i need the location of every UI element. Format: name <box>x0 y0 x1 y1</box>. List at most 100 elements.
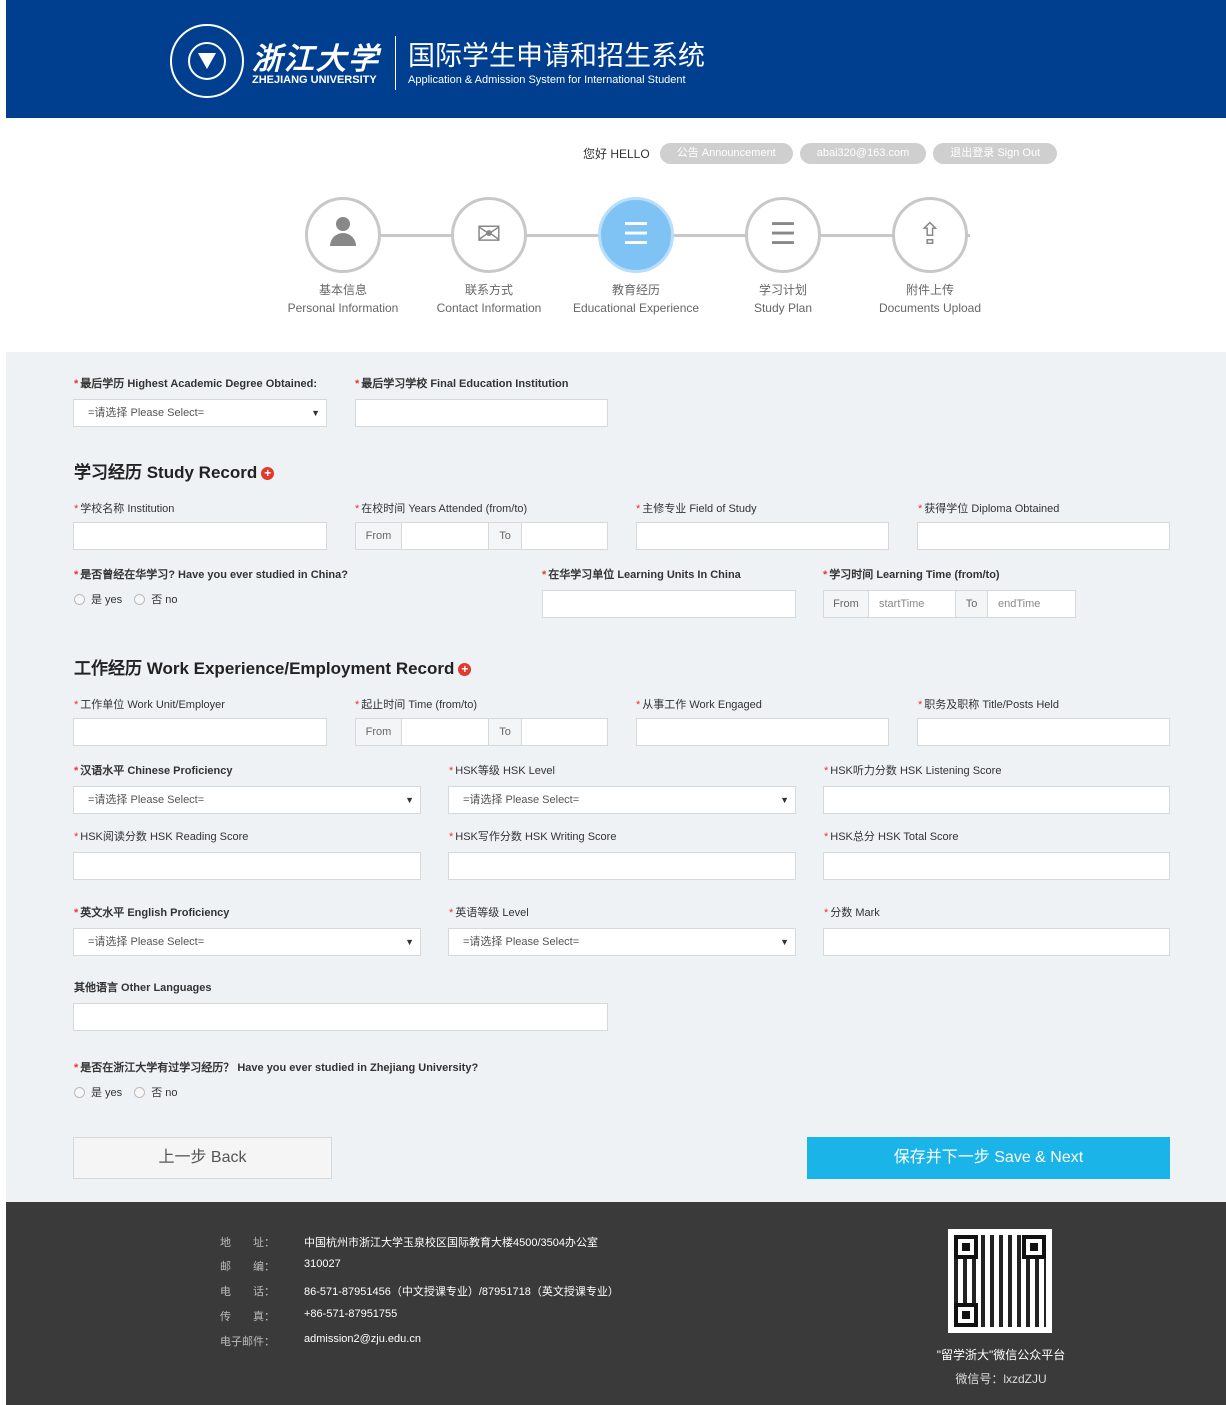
footer-phone: 电 话： 86-571-87951456（中文授课专业）/87951718（英文授… <box>220 1286 619 1298</box>
qr-caption: "留学浙大"微信公众平台 <box>936 1348 1066 1362</box>
step-educational-experience[interactable]: ☰ 教育经历 Educational Experience <box>561 197 711 315</box>
studied-zju-label: * 是否在浙江大学有过学习经历？ Have you ever studied in… <box>74 1062 479 1074</box>
studied-zju-radios: 是 yes 否 no <box>74 1084 189 1100</box>
field-of-study-input[interactable] <box>636 522 889 550</box>
upload-icon: ⇪ <box>892 197 968 273</box>
institution-label: * 学校名称 Institution <box>74 503 175 515</box>
studied-zju-no[interactable]: 否 no <box>134 1084 177 1100</box>
chevron-down-icon: ▼ <box>405 937 414 947</box>
studied-zju-yes[interactable]: 是 yes <box>74 1084 122 1100</box>
radio-icon <box>134 1086 146 1098</box>
step-contact-information[interactable]: ✉ 联系方式 Contact Information <box>414 197 564 315</box>
hsk-total-input[interactable] <box>823 852 1170 880</box>
step-label-en: Educational Experience <box>572 301 700 315</box>
final-institution-input[interactable] <box>355 399 608 427</box>
work-experience-title: 工作经历 Work Experience/Employment Record + <box>74 654 472 679</box>
step-personal-information[interactable]: 基本信息 Personal Information <box>268 197 418 315</box>
system-subtitle: Application & Admission System for Inter… <box>408 74 686 86</box>
other-languages-label: 其他语言 Other Languages <box>74 982 212 994</box>
studied-china-radios: 是 yes 否 no <box>74 591 189 607</box>
work-engaged-input[interactable] <box>636 718 889 746</box>
university-name-en: ZHEJIANG UNIVERSITY <box>252 74 377 86</box>
studied-china-yes[interactable]: 是 yes <box>74 591 122 607</box>
university-name-cn: 浙江大学 <box>252 42 380 77</box>
radio-icon <box>74 1086 85 1098</box>
work-engaged-label: * 从事工作 Work Engaged <box>636 699 762 711</box>
header-divider <box>395 36 396 90</box>
envelope-icon: ✉ <box>451 197 527 273</box>
radio-icon <box>134 593 146 605</box>
announcement-button[interactable]: 公告 Announcement <box>659 142 793 164</box>
studied-china-label: * 是否曾经在华学习? Have you ever studied in Chin… <box>74 569 348 581</box>
institution-input[interactable] <box>73 522 327 550</box>
other-languages-input[interactable] <box>73 1003 608 1031</box>
learning-units-label: * 在华学习单位 Learning Units In China <box>542 569 741 581</box>
highest-degree-select[interactable]: =请选择 Please Select= ▼ <box>73 399 327 427</box>
mark-input[interactable] <box>823 928 1170 956</box>
system-title: 国际学生申请和招生系统 <box>408 41 705 71</box>
hsk-listening-label: * HSK听力分数 HSK Listening Score <box>824 765 1002 777</box>
years-from-input[interactable] <box>402 523 489 549</box>
footer-address: 地 址： 中国杭州市浙江大学玉泉校区国际教育大楼4500/3504办公室 <box>220 1237 598 1249</box>
step-label-cn: 联系方式 <box>464 283 513 297</box>
chevron-down-icon: ▼ <box>405 795 414 805</box>
university-seal-logo <box>170 24 244 98</box>
hsk-writing-label: * HSK写作分数 HSK Writing Score <box>449 831 617 843</box>
posts-held-label: * 职务及职称 Title/Posts Held <box>918 699 1059 711</box>
learning-time-range[interactable]: From startTime To endTime <box>823 590 1076 618</box>
end-time-input[interactable]: endTime <box>988 591 1075 617</box>
start-time-input[interactable]: startTime <box>869 591 956 617</box>
years-attended-label: * 在校时间 Years Attended (from/to) <box>355 503 528 515</box>
footer-email: 电子邮件： admission2@zju.edu.cn <box>220 1333 421 1348</box>
site-footer: 地 址： 中国杭州市浙江大学玉泉校区国际教育大楼4500/3504办公室 邮 编：… <box>6 1202 1226 1405</box>
step-label-cn: 附件上传 <box>905 283 954 297</box>
site-header: 浙江大学 ZHEJIANG UNIVERSITY 国际学生申请和招生系统 App… <box>6 0 1226 118</box>
employer-label: * 工作单位 Work Unit/Employer <box>74 699 225 711</box>
employer-input[interactable] <box>73 718 327 746</box>
study-record-title: 学习经历 Study Record + <box>74 458 275 483</box>
hsk-writing-input[interactable] <box>448 852 796 880</box>
learning-units-input[interactable] <box>542 590 796 618</box>
back-button[interactable]: 上一步 Back <box>73 1137 332 1179</box>
years-to-input[interactable] <box>522 523 607 549</box>
english-proficiency-select[interactable]: =请选择 Please Select= ▼ <box>73 928 421 956</box>
diploma-label: * 获得学位 Diploma Obtained <box>918 503 1060 515</box>
work-time-range[interactable]: From To <box>355 718 608 746</box>
hsk-listening-input[interactable] <box>823 786 1170 814</box>
hsk-reading-input[interactable] <box>73 852 421 880</box>
highest-degree-label: * 最后学历 Highest Academic Degree Obtained: <box>74 378 318 390</box>
final-institution-label: * 最后学习学校 Final Education Institution <box>355 378 569 390</box>
studied-china-no[interactable]: 否 no <box>134 591 177 607</box>
to-addon: To <box>489 719 522 745</box>
step-study-plan[interactable]: ☰ 学习计划 Study Plan <box>708 197 858 315</box>
work-from-input[interactable] <box>402 719 489 745</box>
person-icon <box>305 197 381 273</box>
posts-held-input[interactable] <box>917 718 1170 746</box>
chevron-down-icon: ▼ <box>780 937 789 947</box>
wechat-id: 微信号：lxzdZJU <box>955 1372 1047 1386</box>
hsk-level-select[interactable]: =请选择 Please Select= ▼ <box>448 786 796 814</box>
radio-icon <box>74 593 85 605</box>
work-to-input[interactable] <box>522 719 607 745</box>
user-email-button[interactable]: abai320@163.com <box>799 142 927 164</box>
step-label-en: Personal Information <box>287 301 399 315</box>
years-attended-range[interactable]: From To <box>355 522 608 550</box>
english-level-select[interactable]: =请选择 Please Select= ▼ <box>448 928 796 956</box>
step-label-cn: 教育经历 <box>611 283 660 297</box>
document-list-icon: ☰ <box>745 197 821 273</box>
chevron-down-icon: ▼ <box>311 408 320 418</box>
user-bar: 您好 HELLO 公告 Announcement abai320@163.com… <box>583 142 1064 164</box>
step-label-cn: 学习计划 <box>758 283 807 297</box>
add-study-record-icon[interactable]: + <box>261 467 275 480</box>
hsk-level-label: * HSK等级 HSK Level <box>449 765 555 777</box>
step-documents-upload[interactable]: ⇪ 附件上传 Documents Upload <box>855 197 1005 315</box>
add-work-record-icon[interactable]: + <box>458 663 472 676</box>
hsk-reading-label: * HSK阅读分数 HSK Reading Score <box>74 831 249 843</box>
english-level-label: * 英语等级 Level <box>449 907 529 919</box>
sign-out-button[interactable]: 退出登录 Sign Out <box>933 142 1058 164</box>
field-of-study-label: * 主修专业 Field of Study <box>636 503 757 515</box>
hello-text: 您好 HELLO <box>583 146 650 161</box>
diploma-input[interactable] <box>917 522 1170 550</box>
chinese-proficiency-select[interactable]: =请选择 Please Select= ▼ <box>73 786 421 814</box>
save-next-button[interactable]: 保存并下一步 Save & Next <box>807 1137 1170 1179</box>
